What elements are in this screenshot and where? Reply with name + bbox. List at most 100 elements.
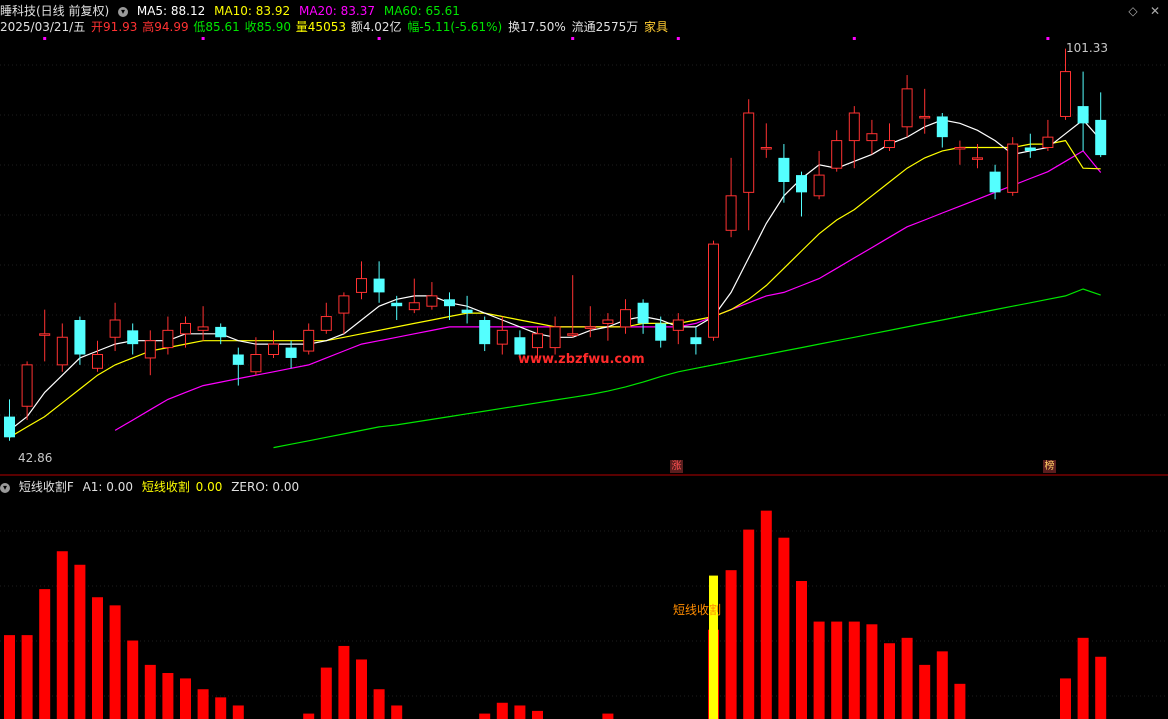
candle[interactable] xyxy=(901,75,913,138)
candle-body xyxy=(285,347,297,358)
candle[interactable] xyxy=(320,302,332,334)
candle[interactable] xyxy=(1077,71,1089,151)
ma20-label: MA20: 83.37 xyxy=(298,4,376,18)
candle[interactable] xyxy=(778,144,790,203)
candle[interactable] xyxy=(74,316,86,365)
candle[interactable] xyxy=(479,316,491,352)
indicator-bar xyxy=(760,510,772,719)
candle[interactable] xyxy=(866,119,878,155)
price-panel[interactable]: 睡科技(日线 前复权) ▾ MA5: 88.12 MA10: 83.92 MA2… xyxy=(0,0,1168,474)
candle-body xyxy=(1095,119,1107,156)
candle-body xyxy=(620,309,631,328)
indicator-bar xyxy=(884,643,895,719)
candle-body xyxy=(989,171,1001,193)
candle-body xyxy=(56,336,68,366)
candle[interactable] xyxy=(144,330,156,376)
candle[interactable] xyxy=(127,323,139,355)
candle[interactable] xyxy=(426,282,438,310)
candle[interactable] xyxy=(831,130,843,172)
candle[interactable] xyxy=(796,171,807,217)
zhang-marker[interactable]: 涨 xyxy=(670,460,683,473)
candle[interactable] xyxy=(690,326,702,355)
candle[interactable] xyxy=(197,306,209,341)
candle[interactable] xyxy=(725,157,737,238)
candle[interactable] xyxy=(338,292,350,334)
candle[interactable] xyxy=(1095,92,1107,158)
signal-dot xyxy=(1046,37,1050,40)
candle[interactable] xyxy=(884,123,895,151)
indicator-chart[interactable] xyxy=(0,476,1168,719)
candle[interactable] xyxy=(391,295,403,320)
candle[interactable] xyxy=(620,299,631,334)
candle-body xyxy=(127,330,139,345)
indicator-bar xyxy=(1077,637,1089,719)
candle-body xyxy=(180,322,191,335)
indicator-bar xyxy=(813,621,825,719)
candle[interactable] xyxy=(637,299,649,334)
indicator-bar xyxy=(373,689,385,719)
indicator-panel[interactable]: ▾ 短线收割F A1: 0.00 短线收割 0.00 ZERO: 0.00 短线… xyxy=(0,476,1168,719)
ma10-line xyxy=(9,139,1101,438)
bang-marker[interactable]: 榜 xyxy=(1043,460,1056,473)
candle-body xyxy=(708,243,719,338)
candle[interactable] xyxy=(1024,133,1036,158)
candle-body xyxy=(690,337,702,345)
candle-body xyxy=(743,112,755,193)
close-icon[interactable]: ✕ xyxy=(1148,4,1162,18)
candle[interactable] xyxy=(848,106,860,169)
candle[interactable] xyxy=(936,113,948,148)
candle[interactable] xyxy=(672,313,684,345)
candlestick-chart[interactable] xyxy=(0,0,1168,474)
candle-body xyxy=(567,333,579,336)
indicator-bar xyxy=(74,564,86,719)
candle[interactable] xyxy=(813,150,825,200)
candle[interactable] xyxy=(760,123,772,158)
candle[interactable] xyxy=(92,340,103,372)
candle[interactable] xyxy=(356,261,367,300)
candle-body xyxy=(426,295,438,307)
ma20-line xyxy=(114,150,1102,431)
candle-body xyxy=(373,278,385,293)
indicator-bar xyxy=(215,697,227,719)
candle[interactable] xyxy=(1060,48,1071,120)
candle[interactable] xyxy=(743,99,755,231)
indicator-bar xyxy=(954,683,966,719)
indicator-bar xyxy=(919,664,931,719)
indicator-signal-name: 短线收割 xyxy=(141,480,190,494)
indicator-settings-icon[interactable]: ▾ xyxy=(0,482,10,493)
candle[interactable] xyxy=(303,323,315,355)
indicator-bar xyxy=(532,710,543,719)
candle[interactable] xyxy=(1042,119,1054,151)
candle[interactable] xyxy=(461,295,473,324)
candle-body xyxy=(866,133,878,142)
indicator-zero: ZERO: 0.00 xyxy=(231,480,300,494)
candle[interactable] xyxy=(954,140,966,165)
candle[interactable] xyxy=(4,399,15,441)
candle[interactable] xyxy=(496,316,508,355)
candle[interactable] xyxy=(39,309,51,362)
candle[interactable] xyxy=(567,275,579,338)
candle[interactable] xyxy=(268,330,279,358)
candle[interactable] xyxy=(549,316,561,355)
candle-body xyxy=(303,329,315,352)
stock-title: 睡科技(日线 前复权) xyxy=(0,4,110,18)
candle-body xyxy=(144,340,156,359)
indicator-bar xyxy=(356,659,367,719)
collapse-icon[interactable]: ◇ xyxy=(1126,4,1140,18)
indicator-bar-label: 短线收割 xyxy=(673,603,722,617)
candle[interactable] xyxy=(584,306,596,338)
candle[interactable] xyxy=(708,240,719,341)
indicator-bar xyxy=(796,581,807,719)
candle-body xyxy=(936,116,948,138)
candle[interactable] xyxy=(285,340,297,369)
signal-dot xyxy=(377,37,381,40)
settings-icon[interactable]: ▾ xyxy=(118,6,129,17)
indicator-bar xyxy=(479,713,491,719)
change-label: 幅-5.11(-5.61%) xyxy=(407,20,503,34)
candle-body xyxy=(250,354,262,373)
candle[interactable] xyxy=(56,323,68,372)
candle[interactable] xyxy=(1007,137,1019,196)
candle[interactable] xyxy=(373,261,385,303)
candle-body xyxy=(831,140,843,169)
candle[interactable] xyxy=(919,88,931,134)
